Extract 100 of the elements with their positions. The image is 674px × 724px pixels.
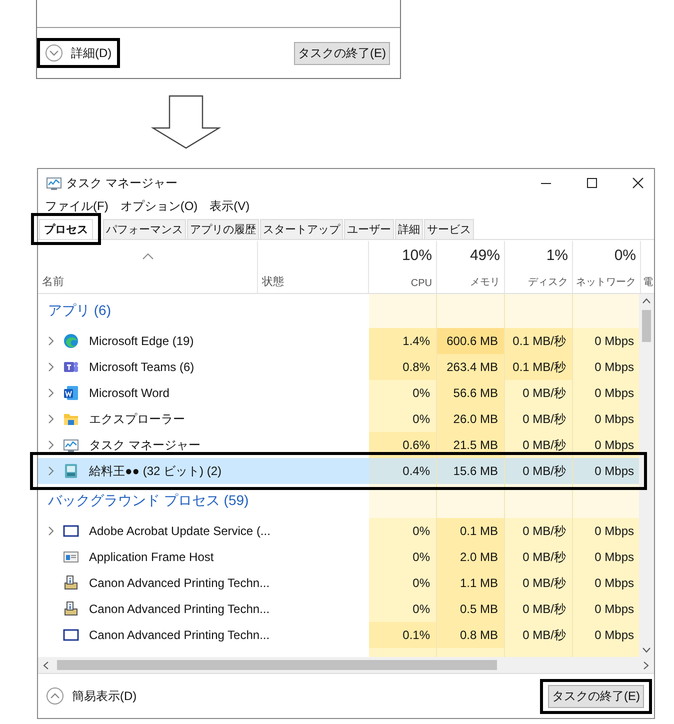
table-cell: 0 Mbps [573, 380, 640, 406]
document-icon [63, 385, 79, 401]
process-name: エクスプローラー [89, 410, 185, 428]
table-cell: 0 Mbps [573, 596, 640, 622]
process-row[interactable]: 給料王●● (32 ビット) (2) [38, 458, 369, 484]
collapse-circle-icon [46, 687, 64, 705]
tab[interactable]: スタートアップ [260, 219, 343, 239]
process-name: Canon Advanced Printing Techn... [89, 628, 270, 642]
process-row[interactable]: Canon Advanced Printing Techn... [38, 570, 369, 596]
fewer-details-button[interactable]: 簡易表示(D) [46, 687, 137, 705]
table-cell: 56.6 MB [437, 380, 505, 406]
column-header[interactable]: 電 [643, 275, 654, 289]
tab[interactable]: サービス [424, 219, 474, 239]
process-name: Adobe Acrobat Update Service (... [89, 524, 270, 538]
menu-item[interactable]: 表示(V) [210, 198, 250, 214]
scroll-thumb[interactable] [642, 310, 652, 342]
table-cell [437, 294, 505, 328]
window-title: タスク マネージャー [66, 174, 178, 192]
table-cell [437, 484, 505, 518]
table-cell: 1.1 MB [437, 570, 505, 596]
column-header[interactable]: 状態 [262, 274, 364, 289]
table-cell: 0.1 MB/秒 [505, 328, 573, 354]
column-header[interactable]: 名前 [42, 274, 253, 289]
table-cell: 0 Mbps [573, 622, 640, 648]
menu-item[interactable]: ファイル(F) [45, 198, 108, 214]
table-cell [369, 294, 437, 328]
column-percent: 49% [470, 247, 500, 264]
table-cell: 0.8 MB [437, 622, 505, 648]
table-cell: 0% [369, 518, 437, 544]
column-header[interactable]: CPU [410, 278, 432, 289]
table-cell: 0.1 MB [437, 518, 505, 544]
column-header[interactable]: ネットワーク [576, 275, 636, 289]
table-cell: 0.8% [369, 354, 437, 380]
process-name: Application Frame Host [89, 550, 214, 564]
highlight-frame [31, 213, 101, 245]
vertical-scrollbar[interactable] [639, 294, 654, 657]
table-cell: 0 Mbps [573, 518, 640, 544]
process-row[interactable]: Microsoft Teams (6) [38, 354, 369, 380]
process-row[interactable]: Application Frame Host [38, 544, 369, 570]
table-cell: 0% [369, 380, 437, 406]
table-cell: 0.5 MB [437, 596, 505, 622]
window-icon [63, 549, 79, 565]
tab[interactable]: ユーザー [344, 219, 394, 239]
monitor-chart-icon [46, 175, 62, 191]
table-cell: 0 MB/秒 [505, 518, 573, 544]
scroll-down-icon [642, 647, 652, 653]
process-row[interactable]: Microsoft Word [38, 380, 369, 406]
table-cell: 0 Mbps [573, 570, 640, 596]
scroll-up-icon [642, 298, 652, 304]
column-header[interactable]: ディスク [528, 275, 568, 289]
process-row[interactable]: タスク マネージャー [38, 432, 369, 458]
ledger-icon [63, 463, 79, 479]
table-cell: 0 Mbps [573, 406, 640, 432]
column-header[interactable]: メモリ [470, 275, 500, 289]
scroll-thumb[interactable] [57, 660, 497, 670]
tab[interactable]: アプリの履歴 [187, 219, 259, 239]
table-cell: 0 Mbps [573, 544, 640, 570]
end-task-button[interactable]: タスクの終了(E) [294, 42, 390, 64]
tab[interactable]: プロセス [39, 219, 93, 239]
table-cell: 0 Mbps [573, 354, 640, 380]
table-cell: 0.1 MB/秒 [505, 354, 573, 380]
process-row[interactable]: エクスプローラー [38, 406, 369, 432]
table-cell: 0 MB/秒 [505, 544, 573, 570]
tab[interactable]: パフォーマンス [103, 219, 186, 239]
tab[interactable]: 詳細 [395, 219, 423, 239]
table-cell: 0.1% [369, 622, 437, 648]
column-percent: 10% [402, 247, 432, 264]
window-icon [63, 523, 79, 539]
table-cell: 15.6 MB [437, 458, 505, 484]
table-cell: 263.4 MB [437, 354, 505, 380]
table-cell [505, 484, 573, 518]
table-cell: 0 MB/秒 [505, 458, 573, 484]
table-cell: 0 MB/秒 [505, 596, 573, 622]
folder-icon [63, 411, 79, 427]
info-printer-icon [63, 601, 79, 617]
scroll-left-icon [43, 660, 49, 670]
process-row[interactable]: Canon Advanced Printing Techn... [38, 596, 369, 622]
menu-item[interactable]: オプション(O) [120, 198, 198, 214]
info-printer-icon [63, 575, 79, 591]
process-row[interactable]: Canon Advanced Printing Techn... [38, 622, 369, 648]
table-cell: 600.6 MB [437, 328, 505, 354]
close-icon [632, 177, 644, 189]
table-cell: 26.0 MB [437, 406, 505, 432]
table-cell: 0 Mbps [573, 328, 640, 354]
more-details-button[interactable]: 詳細(D) [45, 44, 112, 62]
table-cell: 2.0 MB [437, 544, 505, 570]
group-header: アプリ (6) [47, 302, 111, 320]
end-task-button[interactable]: タスクの終了(E) [548, 684, 644, 708]
table-cell [505, 294, 573, 328]
process-row[interactable]: Adobe Acrobat Update Service (... [38, 518, 369, 544]
horizontal-scrollbar[interactable] [38, 657, 654, 673]
monitor-chart-icon [63, 437, 79, 453]
table-cell: 0 Mbps [573, 458, 640, 484]
down-arrow-drawing [151, 95, 221, 149]
maximize-icon [586, 177, 598, 189]
process-name: Canon Advanced Printing Techn... [89, 576, 270, 590]
process-name: 給料王●● (32 ビット) (2) [89, 462, 222, 480]
process-name: Microsoft Word [89, 386, 170, 400]
table-cell: 0% [369, 544, 437, 570]
process-row[interactable]: Microsoft Edge (19) [38, 328, 369, 354]
